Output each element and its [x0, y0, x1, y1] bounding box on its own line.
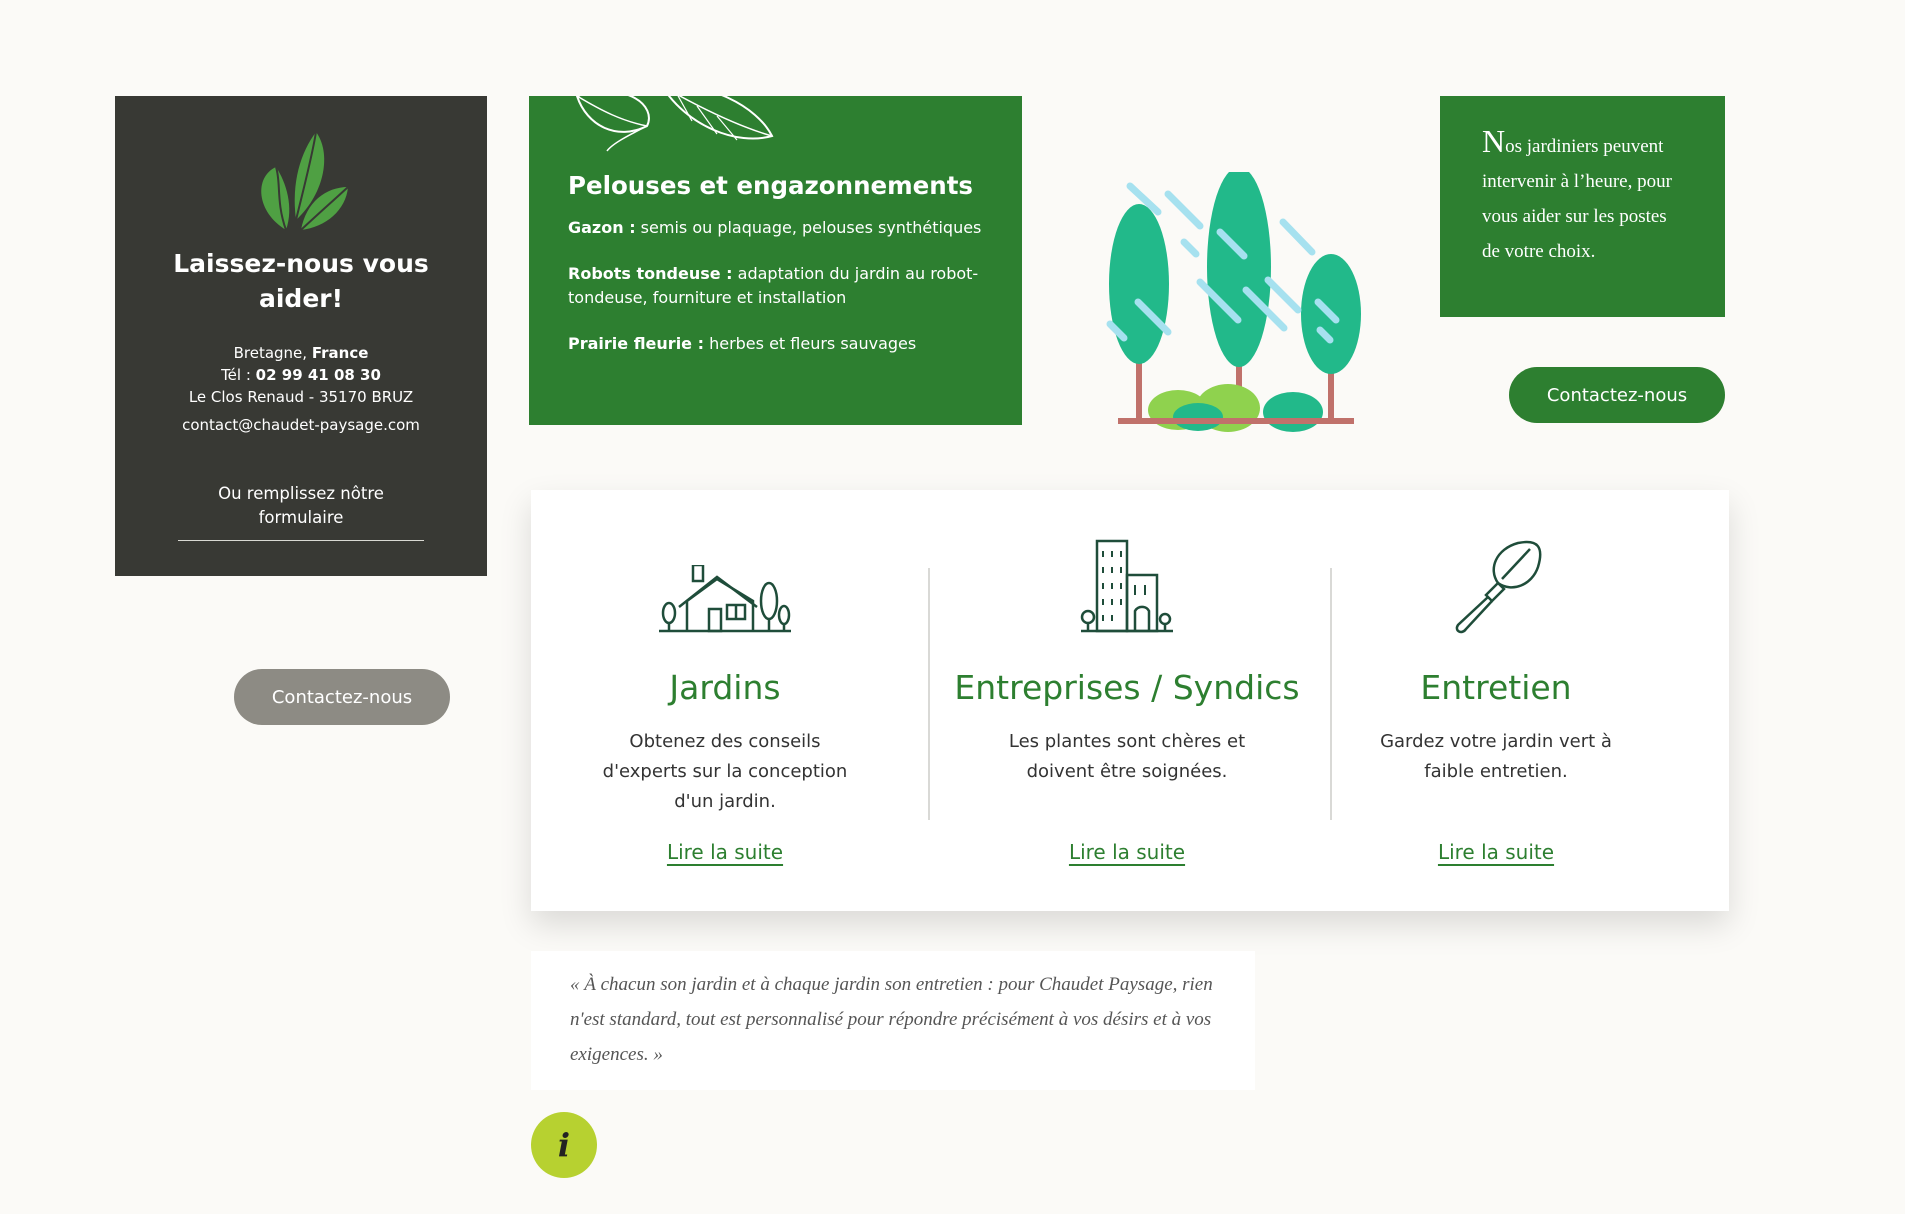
- trees-rain-illustration: [1106, 172, 1361, 432]
- read-more-link[interactable]: Lire la suite: [1069, 840, 1185, 864]
- info-icon: i: [557, 1126, 571, 1164]
- services-panel: Jardins Obtenez des conseils d'experts s…: [531, 490, 1729, 911]
- info-button[interactable]: i: [531, 1112, 597, 1178]
- lawn-card: Pelouses et engazonnements Gazon : semis…: [529, 96, 1022, 425]
- trowel-icon: [1455, 540, 1542, 634]
- service-description: Gardez votre jardin vert à faible entret…: [1380, 731, 1612, 782]
- divider: [928, 568, 930, 820]
- service-description: Obtenez des conseils d'experts sur la co…: [602, 731, 848, 812]
- lawn-item: Robots tondeuse : adaptation du jardin a…: [568, 264, 979, 307]
- service-title: Entretien: [1420, 668, 1572, 707]
- house-icon: [659, 565, 791, 633]
- contact-title: Laissez-nous vous aider!: [173, 249, 429, 313]
- leaf-outline-icon: [575, 96, 774, 152]
- quote-block: « À chacun son jardin et à chaque jardin…: [531, 951, 1255, 1090]
- lawn-item: Prairie fleurie : herbes et fleurs sauva…: [568, 334, 917, 353]
- service-title: Entreprises / Syndics: [954, 668, 1300, 707]
- read-more-link[interactable]: Lire la suite: [667, 840, 783, 864]
- building-icon: [1080, 539, 1173, 633]
- contact-button-left[interactable]: Contactez-nous: [234, 669, 450, 725]
- email-link[interactable]: contact@chaudet-paysage.com: [115, 416, 487, 434]
- service-title: Jardins: [669, 668, 781, 707]
- lawn-title: Pelouses et engazonnements: [568, 171, 974, 200]
- form-link[interactable]: Ou remplissez nôtre formulaire: [178, 482, 424, 541]
- read-more-link[interactable]: Lire la suite: [1438, 840, 1554, 864]
- lawn-item: Gazon : semis ou plaquage, pelouses synt…: [568, 218, 982, 237]
- contact-button-right[interactable]: Contactez-nous: [1509, 367, 1725, 423]
- leaf-logo-icon: [261, 131, 349, 231]
- phone-number[interactable]: 02 99 41 08 30: [256, 366, 381, 384]
- service-description: Les plantes sont chères et doivent être …: [1008, 731, 1246, 782]
- address: Le Clos Renaud - 35170 BRUZ: [188, 388, 414, 406]
- note-card: Nos jardiniers peuvent intervenir à l’he…: [1440, 96, 1725, 317]
- contact-card: Laissez-nous vous aider! Bretagne, Franc…: [115, 96, 487, 576]
- contact-details: Bretagne, France Tél : 02 99 41 08 30 Le…: [115, 342, 487, 408]
